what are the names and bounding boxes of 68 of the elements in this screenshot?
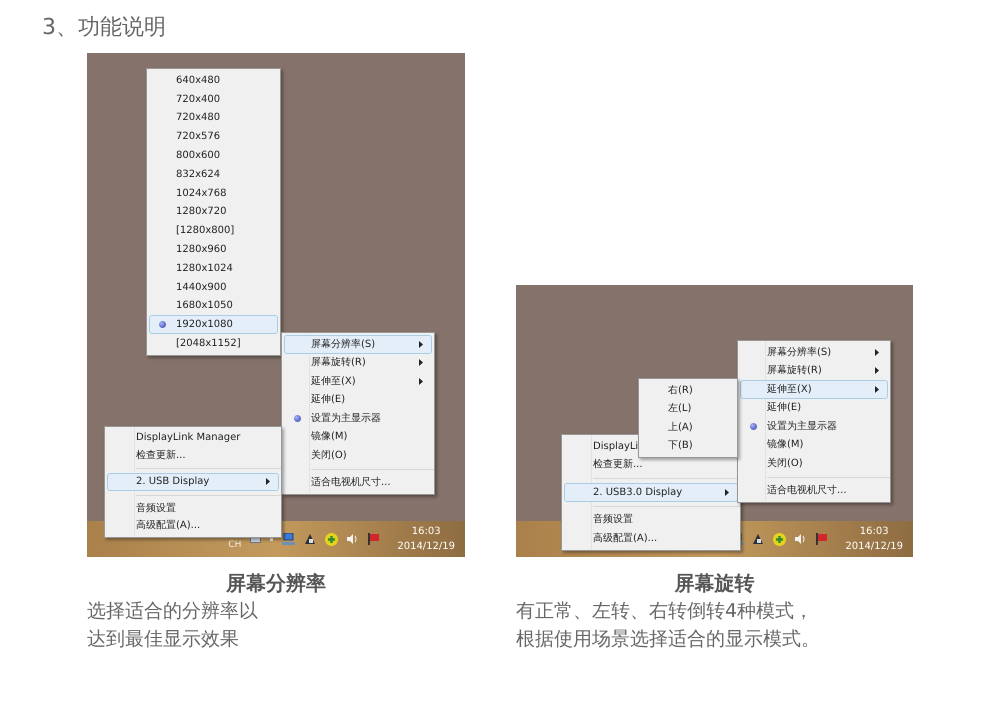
menu-item[interactable]: 检查更新... — [564, 456, 738, 474]
menu-item[interactable]: 适合电视机尺寸... — [284, 474, 432, 492]
caption-title: 屏幕分辨率 — [226, 570, 326, 597]
flag-icon[interactable] — [368, 533, 380, 545]
menu-item[interactable]: 720x400 — [149, 90, 278, 109]
menu-item[interactable]: 关闭(O) — [740, 454, 888, 472]
clock-date[interactable]: 2014/12/19 — [397, 539, 455, 554]
submenu-arrow-icon — [419, 359, 423, 366]
menu-item[interactable]: 1920x1080 — [149, 315, 278, 334]
caption-text: 选择适合的分辨率以 — [87, 599, 258, 624]
menu-item[interactable]: 音频设置 — [107, 500, 279, 517]
caption-title: 屏幕旋转 — [674, 570, 754, 597]
menu-item[interactable]: 1440x900 — [149, 278, 278, 297]
menu-item[interactable]: 800x600 — [149, 146, 278, 165]
submenu-arrow-icon — [419, 340, 423, 348]
clock-date[interactable]: 2014/12/19 — [845, 539, 903, 554]
menu-item[interactable]: 下(B) — [641, 436, 735, 455]
menu-item[interactable]: 1024x768 — [149, 184, 278, 203]
clock-time[interactable]: 16:03 — [412, 524, 441, 539]
submenu-arrow-icon — [419, 378, 423, 385]
submenu-arrow-icon — [266, 478, 270, 486]
menu-item[interactable]: 右(R) — [641, 381, 735, 400]
menu-item[interactable]: [1280x800] — [149, 221, 278, 240]
menu-item[interactable]: 屏幕分辨率(S) — [284, 335, 432, 354]
menu-item[interactable]: 延伸至(X) — [740, 380, 888, 398]
section-heading: 3、功能说明 — [41, 14, 167, 42]
menu-item[interactable]: 音频设置 — [564, 510, 738, 529]
menu-item[interactable]: 屏幕旋转(R) — [740, 362, 888, 380]
submenu-arrow-icon — [875, 367, 879, 374]
menu-item[interactable]: 2. USB Display — [107, 473, 279, 490]
caption-text: 根据使用场景选择适合的显示模式。 — [516, 627, 820, 652]
menu-item[interactable]: DisplayLink Manager — [107, 429, 279, 446]
menu-item[interactable]: 上(A) — [641, 418, 735, 436]
menu-item[interactable]: 设置为主显示器 — [284, 409, 432, 428]
menu-item[interactable]: 左(L) — [641, 400, 735, 418]
menu-item[interactable]: 设置为主显示器 — [740, 417, 888, 436]
menu-item[interactable]: 延伸至(X) — [284, 372, 432, 390]
menu-item[interactable]: 检查更新... — [107, 446, 279, 464]
menu-item[interactable]: 镜像(M) — [740, 436, 888, 454]
caption-text: 达到最佳显示效果 — [87, 627, 239, 652]
menu-item[interactable]: 延伸(E) — [740, 398, 888, 417]
clock-time[interactable]: 16:03 — [860, 524, 889, 539]
menu-item[interactable]: 1280x960 — [149, 240, 278, 259]
menu-item[interactable]: 适合电视机尺寸... — [740, 482, 888, 500]
menu-item[interactable]: [2048x1152] — [149, 334, 278, 353]
menu-item[interactable]: 延伸(E) — [284, 390, 432, 409]
menu-item[interactable]: 屏幕旋转(R) — [284, 354, 432, 372]
caption-text: 有正常、左转、右转倒转4种模式， — [516, 599, 814, 624]
menu-item[interactable]: 640x480 — [149, 71, 278, 90]
menu-item[interactable]: 720x480 — [149, 108, 278, 128]
speaker-icon[interactable] — [795, 534, 808, 544]
menu-item[interactable]: 关闭(O) — [284, 446, 432, 464]
menu-item[interactable]: 高级配置(A)... — [107, 517, 279, 534]
menu-item[interactable]: 高级配置(A)... — [564, 529, 738, 548]
menu-item[interactable]: 1680x1050 — [149, 296, 278, 316]
submenu-arrow-icon — [875, 386, 879, 393]
menu-item[interactable]: 1280x720 — [149, 202, 278, 222]
speaker-icon[interactable] — [347, 534, 360, 544]
menu-item[interactable]: 屏幕分辨率(S) — [740, 343, 888, 362]
network-icon[interactable] — [282, 533, 296, 545]
menu-item[interactable]: 832x624 — [149, 164, 278, 184]
menu-item[interactable]: 1280x1024 — [149, 258, 278, 278]
menu-item[interactable]: 720x576 — [149, 127, 278, 146]
flag-icon[interactable] — [816, 533, 828, 545]
menu-item[interactable]: 2. USB3.0 Display — [564, 483, 738, 502]
menu-item[interactable]: 镜像(M) — [284, 428, 432, 446]
submenu-arrow-icon — [725, 488, 729, 496]
submenu-arrow-icon — [875, 348, 879, 356]
